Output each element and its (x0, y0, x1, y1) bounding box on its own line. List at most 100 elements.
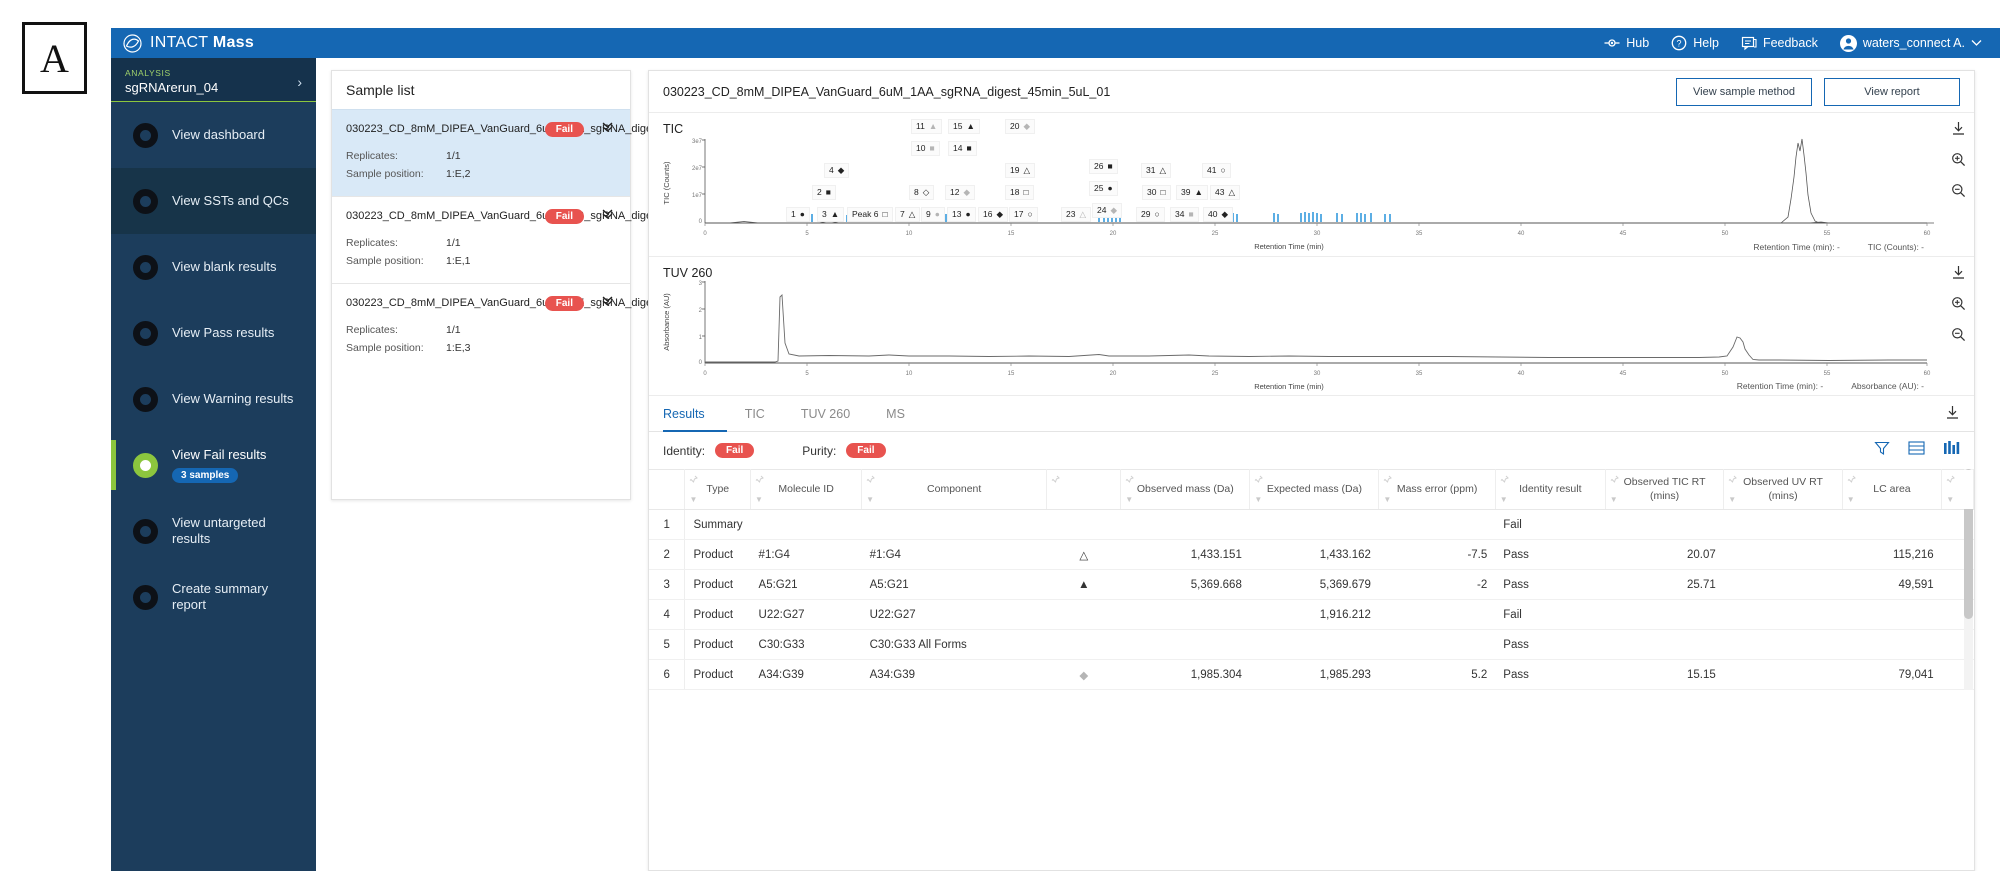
view-sample-method-button[interactable]: View sample method (1676, 77, 1812, 106)
pin-icon[interactable] (1847, 475, 1856, 488)
tic-peak-label[interactable]: 16 ◆ (978, 207, 1009, 222)
filter-icon[interactable]: ▼ (1610, 495, 1618, 505)
tic-plot[interactable]: 3e7 2e7 1e7 0 TIC (Counts) 0 5 10 15 20 … (649, 113, 1934, 253)
col-header-observed-uv-rt[interactable]: ▼ Observed UV RT (mins) (1723, 469, 1843, 510)
pin-icon[interactable] (866, 475, 876, 488)
tic-peak-label[interactable]: 15 ▲ (948, 119, 980, 134)
tic-peak-label[interactable]: Peak 6 □ (847, 207, 893, 222)
sidebar-item-view-fail-results[interactable]: View Fail results 3 samples (111, 432, 316, 498)
tic-peak-label[interactable]: 30 □ (1142, 185, 1171, 200)
filter-icon[interactable]: ▼ (1728, 495, 1736, 505)
table-row[interactable]: 1 Summary Fail (649, 509, 1974, 540)
tic-peak-label[interactable]: 4 ◆ (824, 163, 850, 178)
col-header-expected-mass[interactable]: ▼ Expected mass (Da) (1249, 469, 1380, 510)
tic-peak-label[interactable]: 3 ▲ (817, 207, 845, 222)
pin-icon[interactable] (1051, 475, 1061, 488)
tic-peak-label[interactable]: 43 △ (1210, 185, 1241, 200)
tic-peak-label[interactable]: 2 ■ (812, 185, 836, 200)
table-row[interactable]: 2 Product #1:G4 #1:G4 △ 1,433.151 1,433.… (649, 539, 1974, 570)
table-row[interactable]: 4 Product U22:G27 U22:G27 1,916.212 Fail (649, 599, 1974, 630)
filter-icon[interactable] (1874, 440, 1890, 459)
results-download-icon[interactable] (1945, 405, 1974, 423)
tic-peak-label[interactable]: 34 ■ (1170, 207, 1199, 222)
download-icon[interactable] (1951, 121, 1966, 136)
sample-list-item[interactable]: 030223_CD_8mM_DIPEA_VanGuard_6uM_1AA_sgR… (332, 109, 740, 196)
chevron-right-icon[interactable]: › (297, 74, 302, 90)
view-report-button[interactable]: View report (1824, 77, 1960, 106)
col-header-index[interactable] (649, 469, 686, 510)
col-header-observed-tic-rt[interactable]: ▼ Observed TIC RT (mins) (1605, 469, 1725, 510)
sidebar-item-create-summary-report[interactable]: Create summary report (111, 564, 316, 630)
table-settings-icon[interactable] (1908, 440, 1925, 459)
col-header-identity-result[interactable]: ▼ Identity result (1495, 469, 1606, 510)
download-icon[interactable] (1951, 265, 1966, 280)
filter-icon[interactable]: ▼ (689, 495, 697, 505)
tic-peak-label[interactable]: 10 ■ (911, 141, 940, 156)
col-header-overflow[interactable]: ▼ (1941, 469, 1974, 510)
sidebar-item-view-ssts-and-qcs[interactable]: View SSTs and QCs (111, 168, 316, 234)
help-button[interactable]: ? Help (1671, 35, 1719, 51)
expand-chevrons-icon[interactable] (601, 120, 614, 136)
tic-peak-label[interactable]: 12 ◆ (945, 185, 976, 200)
zoom-out-icon[interactable] (1951, 183, 1966, 198)
zoom-in-icon[interactable] (1951, 152, 1966, 167)
tic-peak-label[interactable]: 13 ● (947, 207, 976, 222)
tab-tic[interactable]: TIC (727, 396, 783, 432)
filter-icon[interactable]: ▼ (1383, 495, 1391, 505)
table-row[interactable]: 6 Product A34:G39 A34:G39 ◆ 1,985.304 1,… (649, 659, 1974, 690)
filter-icon[interactable]: ▼ (1847, 495, 1855, 505)
tic-peak-label[interactable]: 23 △ (1061, 207, 1092, 222)
sample-list-item[interactable]: 030223_CD_8mM_DIPEA_VanGuard_6uM_1AB_sgR… (332, 195, 740, 283)
tab-tuv-260[interactable]: TUV 260 (783, 396, 868, 432)
pin-icon[interactable] (1610, 475, 1619, 488)
tic-peak-label[interactable]: 26 ■ (1089, 159, 1118, 174)
pin-icon[interactable] (1383, 475, 1393, 488)
table-row[interactable]: 5 Product C30:G33 C30:G33 All Forms Pass (649, 629, 1974, 660)
pin-icon[interactable] (1254, 475, 1264, 488)
tic-peak-label[interactable]: 24 ◆ (1092, 203, 1123, 218)
tic-peak-label[interactable]: 25 ● (1089, 181, 1118, 196)
user-account-menu[interactable]: waters_connect A. (1839, 34, 1982, 52)
feedback-button[interactable]: Feedback (1741, 35, 1818, 51)
tic-peak-label[interactable]: 39 ▲ (1176, 185, 1208, 200)
filter-icon[interactable]: ▼ (1500, 495, 1508, 505)
tic-peak-label[interactable]: 9 ● (921, 207, 945, 222)
tic-peak-label[interactable]: 40 ◆ (1203, 207, 1234, 222)
sample-list-item[interactable]: 030223_CD_8mM_DIPEA_VanGuard_6uM_1AE_sgR… (332, 282, 740, 370)
sidebar-item-view-pass-results[interactable]: View Pass results (111, 300, 316, 366)
pin-icon[interactable] (1500, 475, 1509, 488)
pin-icon[interactable] (1946, 475, 1956, 488)
tab-results[interactable]: Results (663, 396, 727, 432)
tic-peak-label[interactable]: 20 ◆ (1005, 119, 1036, 134)
table-row[interactable]: 3 Product A5:G21 A5:G21 ▲ 5,369.668 5,36… (649, 569, 1974, 600)
col-header-type[interactable]: ▼ Type (684, 469, 752, 510)
hub-button[interactable]: Hub (1604, 35, 1649, 51)
tic-peak-label[interactable]: 29 ○ (1136, 207, 1165, 222)
sidebar-item-view-blank-results[interactable]: View blank results (111, 234, 316, 300)
tic-peak-label[interactable]: 1 ● (786, 207, 810, 222)
zoom-out-icon[interactable] (1951, 327, 1966, 342)
filter-icon[interactable]: ▼ (1125, 495, 1133, 505)
filter-icon[interactable]: ▼ (1946, 495, 1954, 505)
col-header-component[interactable]: ▼ Component (861, 469, 1048, 510)
tic-peak-label[interactable]: 14 ■ (948, 141, 977, 156)
sidebar-item-view-untargeted-results[interactable]: View untargeted results (111, 498, 316, 564)
pin-icon[interactable] (1728, 475, 1738, 488)
col-header-lc-area[interactable]: ▼ LC area (1842, 469, 1943, 510)
tic-peak-label[interactable]: 8 ◇ (909, 185, 935, 200)
tic-peak-label[interactable]: 41 ○ (1202, 163, 1231, 178)
col-header-observed-mass[interactable]: ▼ Observed mass (Da) (1120, 469, 1251, 510)
analysis-header[interactable]: ANALYSIS sgRNArerun_04 › (111, 58, 316, 102)
column-chooser-icon[interactable] (1943, 440, 1960, 459)
pin-icon[interactable] (689, 475, 699, 488)
expand-chevrons-icon[interactable] (601, 294, 614, 310)
tic-peak-label[interactable]: 11 ▲ (911, 119, 943, 134)
tic-peak-label[interactable]: 7 △ (895, 207, 921, 222)
tuv-plot[interactable]: 3 2 1 0 Absorbance (AU) 0 5 10 15 20 25 … (649, 257, 1934, 393)
app-brand[interactable]: INTACT Mass (111, 33, 254, 53)
sidebar-item-view-dashboard[interactable]: View dashboard (111, 102, 316, 168)
sidebar-item-view-warning-results[interactable]: View Warning results (111, 366, 316, 432)
tic-peak-label[interactable]: 31 △ (1141, 163, 1172, 178)
col-header-molecule-id[interactable]: ▼ Molecule ID (750, 469, 863, 510)
pin-icon[interactable] (1125, 475, 1135, 488)
